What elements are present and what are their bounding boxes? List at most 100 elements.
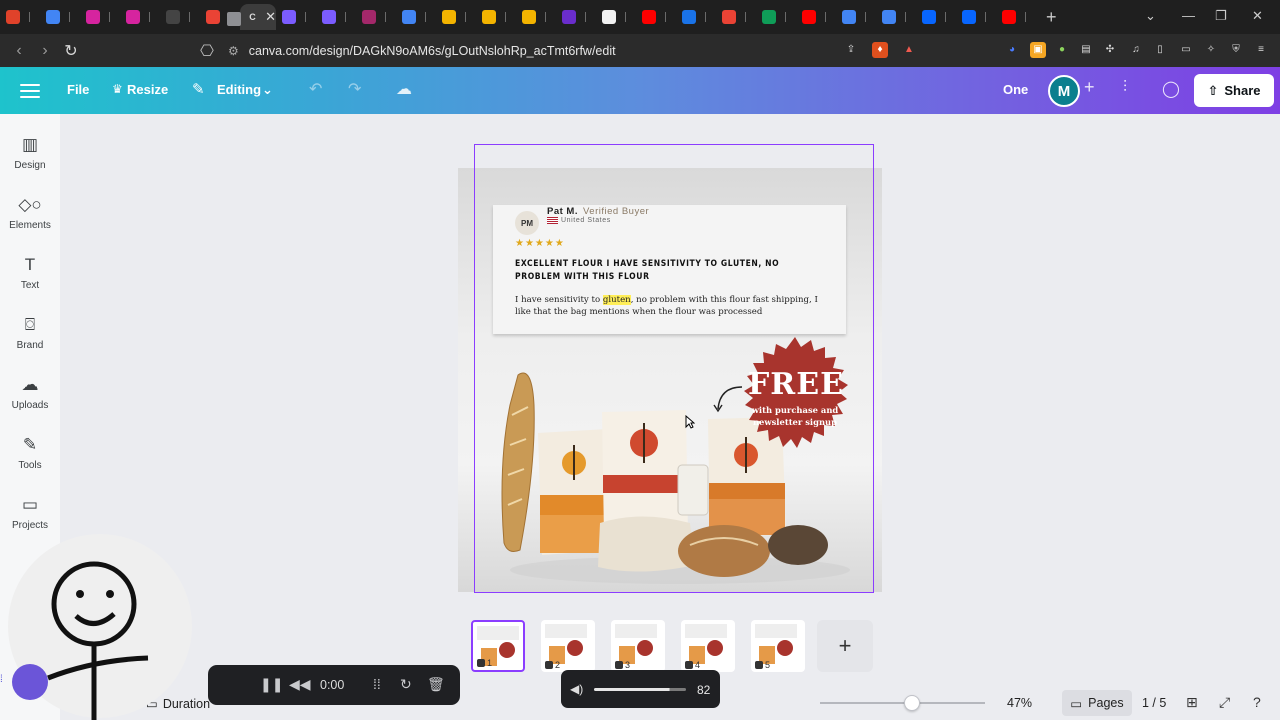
restart-icon[interactable]: ↻ bbox=[400, 676, 412, 693]
grid-view-icon[interactable]: ⊞ bbox=[1186, 694, 1198, 711]
browser-tab[interactable] bbox=[0, 4, 40, 30]
browser-tab[interactable] bbox=[676, 4, 716, 30]
media-icon[interactable]: ♫ bbox=[1128, 42, 1144, 58]
back-icon[interactable]: ‹ bbox=[6, 42, 32, 60]
zoom-slider[interactable] bbox=[820, 702, 985, 704]
url-field[interactable]: canva.com/design/DAGkN9oAM6s/gLOutNslohR… bbox=[249, 44, 616, 58]
share-page-icon[interactable]: ⇪ bbox=[843, 42, 859, 58]
new-tab-icon[interactable]: + bbox=[1046, 7, 1057, 28]
page-number: 4 bbox=[695, 660, 701, 670]
browser-tab[interactable] bbox=[160, 4, 200, 30]
browser-tab[interactable] bbox=[756, 4, 796, 30]
extension-icon-1[interactable]: ◕ bbox=[1004, 42, 1020, 58]
cloud-save-icon[interactable]: ☁ bbox=[396, 79, 412, 99]
share-button[interactable]: ⇧ Share bbox=[1194, 74, 1274, 107]
webcam-bubble[interactable] bbox=[8, 532, 192, 720]
page-thumbnail[interactable]: 1 bbox=[471, 620, 525, 672]
reload-icon[interactable]: ↻ bbox=[58, 41, 84, 61]
editing-mode-button[interactable]: Editing bbox=[217, 82, 261, 97]
browser-tab[interactable] bbox=[40, 4, 80, 30]
browser-tab[interactable] bbox=[996, 4, 1036, 30]
chevron-down-icon[interactable]: ⌄ bbox=[262, 82, 273, 98]
page-thumbnail[interactable]: 2 bbox=[541, 620, 595, 672]
browser-tab[interactable] bbox=[836, 4, 876, 30]
main-menu-icon[interactable] bbox=[20, 80, 40, 100]
browser-tab[interactable] bbox=[916, 4, 956, 30]
drag-handle-icon[interactable]: ⁞ bbox=[0, 674, 12, 688]
sidebar-item-uploads[interactable]: ☁ Uploads bbox=[0, 374, 60, 411]
forward-icon[interactable]: › bbox=[32, 42, 58, 60]
browser-tab[interactable] bbox=[476, 4, 516, 30]
zoom-level[interactable]: 47% bbox=[1007, 696, 1032, 710]
team-label[interactable]: One bbox=[1003, 82, 1028, 97]
sidebar-item-design[interactable]: ▥ Design bbox=[0, 134, 60, 171]
browser-tab[interactable] bbox=[120, 4, 160, 30]
zoom-slider-handle[interactable] bbox=[903, 695, 920, 711]
redo-icon[interactable]: ↷ bbox=[348, 79, 361, 99]
brave-shield-icon[interactable]: ♦ bbox=[872, 42, 888, 58]
page-number: 1 bbox=[487, 658, 493, 668]
page-thumbnail[interactable]: 5 bbox=[751, 620, 805, 672]
browser-tab[interactable] bbox=[396, 4, 436, 30]
tab-separator bbox=[505, 12, 506, 22]
undo-icon[interactable]: ↶ bbox=[309, 79, 322, 99]
extension-icon-2[interactable]: ▣ bbox=[1030, 42, 1046, 58]
browser-tab[interactable] bbox=[876, 4, 916, 30]
browser-tab[interactable]: C ✕ bbox=[240, 4, 276, 30]
pause-icon[interactable]: ❚❚ bbox=[260, 676, 283, 693]
site-info-icon[interactable]: ⚙ bbox=[228, 44, 239, 58]
page-thumbnail[interactable]: 4 bbox=[681, 620, 735, 672]
pages-button[interactable]: ▭ Pages bbox=[1062, 690, 1132, 716]
browser-tab[interactable] bbox=[80, 4, 120, 30]
browser-tab[interactable] bbox=[436, 4, 476, 30]
browser-tab[interactable] bbox=[356, 4, 396, 30]
leo-icon[interactable]: ✧ bbox=[1203, 42, 1219, 58]
browser-tab[interactable] bbox=[716, 4, 756, 30]
extension-icon-3[interactable]: ● bbox=[1054, 42, 1070, 58]
insights-icon[interactable]: ⫶ bbox=[1123, 79, 1127, 97]
sidebar-item-text[interactable]: T Text bbox=[0, 254, 60, 291]
brave-rewards-icon[interactable]: ▲ bbox=[901, 42, 917, 58]
tab-search-icon[interactable]: ⌄ bbox=[1145, 8, 1156, 24]
close-tab-icon[interactable]: ✕ bbox=[265, 9, 276, 25]
fullscreen-icon[interactable]: ⤢ bbox=[1219, 694, 1230, 711]
bookmark-icon[interactable]: ⎔ bbox=[194, 41, 220, 61]
sidebar-item-tools[interactable]: ✎ Tools bbox=[0, 434, 60, 471]
ads-icon bbox=[402, 10, 416, 24]
minimize-icon[interactable]: — bbox=[1182, 8, 1195, 23]
rewind-icon[interactable]: ◀◀ bbox=[289, 676, 311, 693]
grid-dots-icon[interactable]: ⁞⁞ bbox=[373, 676, 381, 692]
help-icon[interactable]: ? bbox=[1253, 694, 1261, 710]
sidebar-item-elements[interactable]: ◇○ Elements bbox=[0, 194, 60, 231]
vpn-icon[interactable]: ⛨ bbox=[1228, 42, 1244, 58]
browser-menu-icon[interactable]: ≡ bbox=[1253, 42, 1269, 58]
browser-tab[interactable] bbox=[556, 4, 596, 30]
browser-tab[interactable] bbox=[516, 4, 556, 30]
page-thumbnail[interactable]: 3 bbox=[611, 620, 665, 672]
avatar[interactable]: M bbox=[1048, 75, 1080, 107]
file-menu-button[interactable]: File bbox=[67, 82, 89, 97]
gmail-icon bbox=[722, 10, 736, 24]
comments-icon[interactable]: ◯ bbox=[1162, 79, 1180, 99]
sidebar-item-projects[interactable]: ▭ Projects bbox=[0, 494, 60, 531]
browser-tab[interactable] bbox=[316, 4, 356, 30]
browser-tab[interactable] bbox=[796, 4, 836, 30]
close-window-icon[interactable]: ✕ bbox=[1252, 8, 1263, 24]
browser-tab[interactable] bbox=[636, 4, 676, 30]
volume-slider[interactable] bbox=[594, 688, 686, 691]
resize-button[interactable]: Resize bbox=[127, 82, 168, 97]
sidebar-toggle-icon[interactable]: ▯ bbox=[1152, 42, 1168, 58]
restore-icon[interactable]: ❐ bbox=[1215, 8, 1227, 24]
add-page-button[interactable]: + bbox=[817, 620, 873, 672]
stop-record-button[interactable] bbox=[227, 12, 241, 26]
extension-icon-4[interactable]: ▤ bbox=[1078, 42, 1094, 58]
wallet-icon[interactable]: ▭ bbox=[1178, 42, 1194, 58]
tab-separator bbox=[905, 12, 906, 22]
browser-tab[interactable] bbox=[596, 4, 636, 30]
invite-plus-icon[interactable]: + bbox=[1084, 77, 1095, 98]
puzzle-icon[interactable]: ✣ bbox=[1102, 42, 1118, 58]
sidebar-item-brand[interactable]: ⌼ Brand bbox=[0, 314, 60, 351]
browser-tab[interactable] bbox=[276, 4, 316, 30]
trash-icon[interactable]: 🗑 bbox=[427, 676, 445, 693]
browser-tab[interactable] bbox=[956, 4, 996, 30]
